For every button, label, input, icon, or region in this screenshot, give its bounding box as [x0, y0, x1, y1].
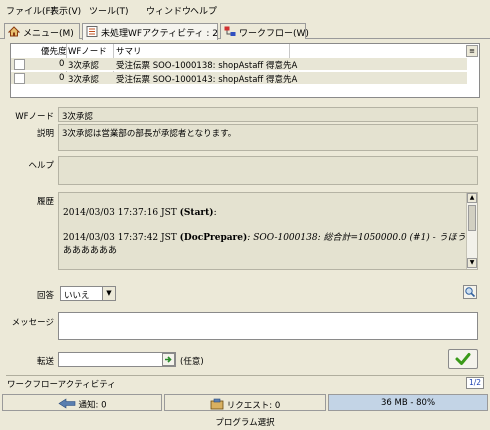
history-label: 履歴: [36, 197, 54, 207]
request-button[interactable]: リクエスト: 0: [164, 394, 326, 411]
tab-pending-activities-label: 未処理WFアクティビティ : 2: [101, 29, 219, 39]
menu-help[interactable]: ヘルプ: [190, 4, 217, 17]
menu-file[interactable]: ファイル(F): [6, 4, 54, 17]
column-header-priority[interactable]: 優先度: [41, 44, 67, 57]
column-header-summary[interactable]: サマリ: [116, 44, 142, 57]
forward-label: 転送: [36, 357, 54, 367]
history-timestamp: 2014/03/03 17:37:42 JST: [63, 233, 180, 243]
forward-input[interactable]: [58, 352, 176, 367]
memory-label: 36 MB - 80%: [380, 398, 436, 408]
cell-summary: 受注伝票 SOO-1000143: shopAstaff 得意先A: [116, 75, 298, 85]
history-area[interactable]: 2014/03/03 17:37:16 JST (Start): 2014/03…: [58, 192, 478, 270]
arrow-right-icon: [163, 356, 174, 368]
menu-view[interactable]: 表示(V): [50, 4, 81, 17]
tab-pending-activities[interactable]: 未処理WFアクティビティ : 2: [82, 23, 218, 40]
answer-label: 回答: [36, 291, 54, 301]
scroll-down-icon[interactable]: ▼: [467, 258, 477, 268]
cell-wfnode: 3次承認: [68, 61, 99, 71]
cell-priority: 0: [59, 59, 65, 69]
memory-indicator[interactable]: 36 MB - 80%: [328, 394, 488, 411]
menu-tools[interactable]: ツール(T): [89, 4, 129, 17]
message-label: メッセージ: [11, 318, 54, 328]
history-event: (Start): [179, 208, 214, 218]
checkmark-icon: [449, 353, 477, 371]
status-line: ワークフローアクティビティ 1/2: [6, 375, 484, 390]
bottom-bar: 通知: 0 リクエスト: 0 36 MB - 80%: [0, 393, 490, 412]
message-input[interactable]: [58, 312, 478, 340]
history-detail: : SOO-1000138: 総合計=1050000.0 (#1) - うほうほ…: [247, 233, 478, 243]
forward-lookup-button[interactable]: [162, 353, 175, 366]
status-text: ワークフローアクティビティ: [7, 380, 116, 390]
wfnode-label: WFノード: [15, 112, 54, 122]
zoom-icon: [464, 287, 476, 301]
menu-bar: ファイル(F) 表示(V) ツール(T) ウィンドウ ヘルプ: [0, 0, 490, 20]
workflow-icon: [224, 26, 236, 37]
menu-window[interactable]: ウィンドウ: [146, 4, 191, 17]
cell-priority: 0: [59, 73, 65, 83]
cell-wfnode: 3次承認: [68, 75, 99, 85]
tab-menu-label: メニュー(M): [23, 29, 74, 39]
request-label: リクエスト: 0: [226, 401, 281, 411]
answer-value: いいえ: [64, 291, 90, 301]
cell-summary: 受注伝票 SOO-1000138: shopAstaff 得意先A: [116, 61, 298, 71]
activity-table: 優先度 WFノード サマリ 0 3次承認 受注伝票 SOO-1000138: s…: [10, 43, 480, 98]
table-row[interactable]: 0 3次承認 受注伝票 SOO-1000143: shopAstaff 得意先A: [11, 72, 467, 85]
zoom-button[interactable]: [463, 285, 477, 299]
history-event: (DocPrepare): [179, 233, 248, 243]
page-indicator[interactable]: 1/2: [466, 377, 484, 389]
tab-workflow-label: ワークフロー(W): [239, 29, 309, 39]
column-header-wfnode[interactable]: WFノード: [68, 44, 107, 57]
ok-button[interactable]: [448, 349, 478, 369]
forward-optional-note: (任意): [180, 357, 204, 367]
notice-label: 通知: 0: [78, 400, 107, 411]
request-icon: [210, 398, 224, 413]
footer-status: プログラム選択: [215, 418, 275, 428]
history-detail: :: [213, 208, 217, 218]
scroll-thumb[interactable]: [468, 205, 476, 231]
history-timestamp: 2014/03/03 17:37:16 JST: [63, 208, 180, 218]
table-row[interactable]: 0 3次承認 受注伝票 SOO-1000138: shopAstaff 得意先A: [11, 58, 467, 71]
description-label: 説明: [36, 129, 54, 139]
history-entry: 2014/03/03 17:37:42 JST (DocPrepare): SO…: [63, 230, 478, 243]
wfnode-field: 3次承認: [58, 107, 478, 122]
workflow-list-icon: [86, 26, 98, 37]
scroll-up-icon[interactable]: ▲: [467, 193, 477, 203]
home-icon: [7, 26, 21, 37]
help-field: [58, 156, 478, 185]
history-scrollbar[interactable]: ▲ ▼: [466, 193, 477, 269]
notice-icon: [57, 398, 76, 412]
history-entry: 2014/03/03 17:37:16 JST (Start):: [63, 208, 217, 218]
notice-button[interactable]: 通知: 0: [2, 394, 162, 411]
tab-strip: メニュー(M) 未処理WFアクティビティ : 2 ワークフロー(W): [0, 21, 490, 40]
row-checkbox[interactable]: [14, 73, 25, 84]
tab-menu[interactable]: メニュー(M): [4, 23, 80, 39]
column-chooser-icon[interactable]: ≡: [466, 45, 478, 57]
help-label: ヘルプ: [28, 161, 54, 171]
history-entry-continued: ああああああ: [63, 246, 118, 256]
chevron-down-icon[interactable]: ▼: [102, 287, 115, 300]
row-checkbox[interactable]: [14, 59, 25, 70]
tab-workflow[interactable]: ワークフロー(W): [220, 23, 309, 39]
description-field: 3次承認は営業部の部長が承認者となります。: [58, 124, 478, 151]
answer-select[interactable]: いいえ ▼: [60, 286, 116, 301]
